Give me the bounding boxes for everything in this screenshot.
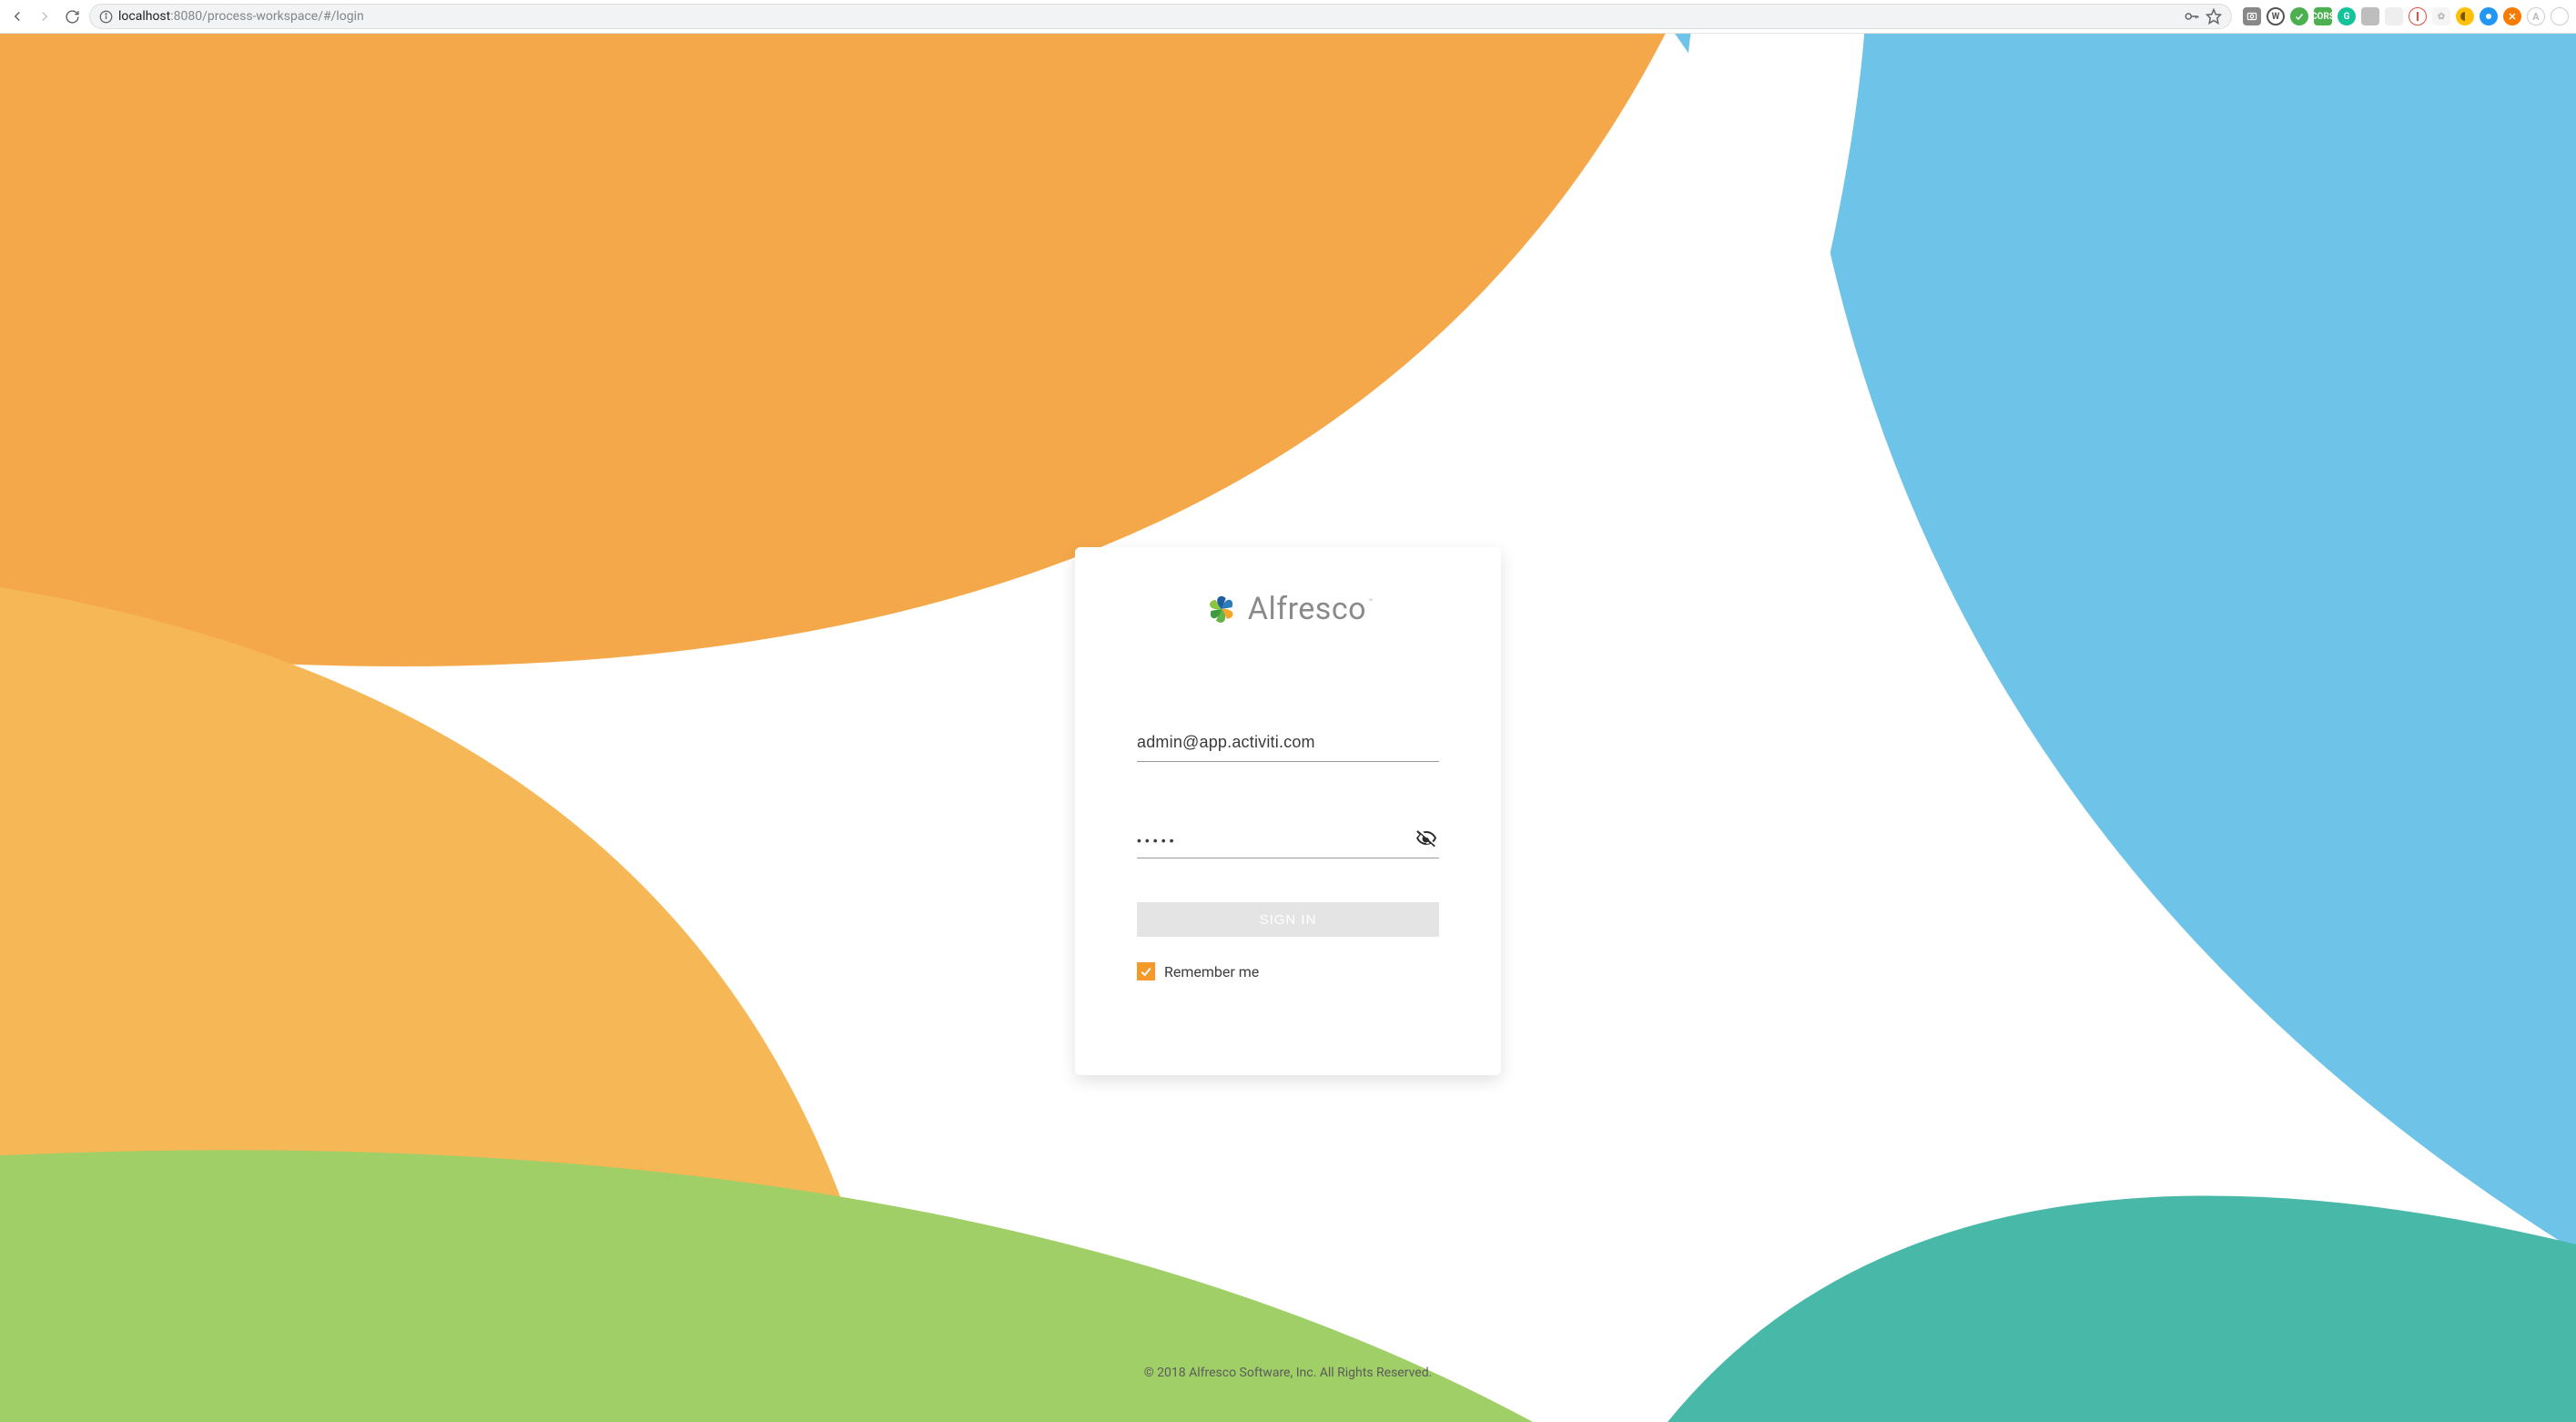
password-input[interactable] (1137, 833, 1439, 848)
password-key-icon[interactable] (2184, 8, 2200, 25)
reload-button[interactable] (62, 6, 82, 26)
remember-me-row: Remember me (1137, 962, 1439, 980)
extension-icon[interactable] (2409, 7, 2427, 25)
brand-logo: Alfresco™ (1137, 591, 1439, 627)
browser-toolbar: localhost:8080/process-workspace/#/login… (0, 0, 2576, 34)
remember-me-label: Remember me (1164, 963, 1259, 980)
extension-icon[interactable] (2480, 7, 2498, 25)
forward-button[interactable] (35, 6, 55, 26)
extension-icon[interactable]: ✿ (2432, 7, 2450, 25)
sign-in-button[interactable]: SIGN IN (1137, 902, 1439, 937)
checkmark-icon (1139, 964, 1153, 979)
back-button[interactable] (7, 6, 27, 26)
brand-name: Alfresco™ (1248, 591, 1372, 627)
password-field-wrapper (1137, 826, 1439, 858)
copyright-footer: © 2018 Alfresco Software, Inc. All Right… (1144, 1366, 1433, 1380)
extension-icon[interactable] (2456, 7, 2474, 25)
extensions-row: W CORS G ✿ A (2239, 7, 2569, 25)
username-input[interactable] (1137, 733, 1439, 752)
eye-off-icon (1415, 828, 1437, 849)
bookmark-star-icon[interactable] (2206, 8, 2222, 25)
extension-icon[interactable] (2551, 7, 2569, 25)
url-text: localhost:8080/process-workspace/#/login (118, 9, 364, 24)
toggle-password-visibility-button[interactable] (1414, 826, 1439, 851)
extension-icon[interactable]: CORS (2314, 7, 2332, 25)
extension-icon[interactable] (2361, 7, 2379, 25)
extension-icon[interactable] (2503, 7, 2521, 25)
extension-icon[interactable]: W (2267, 7, 2285, 25)
extension-icon[interactable]: A (2527, 7, 2545, 25)
remember-me-checkbox[interactable] (1137, 962, 1155, 980)
alfresco-flower-icon (1204, 592, 1239, 626)
extension-icon[interactable] (2243, 7, 2261, 25)
username-field-wrapper (1137, 727, 1439, 762)
extension-icon[interactable]: G (2338, 7, 2356, 25)
extension-icon[interactable] (2290, 7, 2308, 25)
login-card: Alfresco™ SIGN IN Remember me (1075, 547, 1501, 1075)
extension-icon[interactable] (2385, 7, 2403, 25)
page-body: Alfresco™ SIGN IN Remember me © 2018 Alf… (0, 34, 2576, 1422)
site-info-icon[interactable] (99, 10, 113, 24)
address-bar[interactable]: localhost:8080/process-workspace/#/login (89, 4, 2232, 29)
